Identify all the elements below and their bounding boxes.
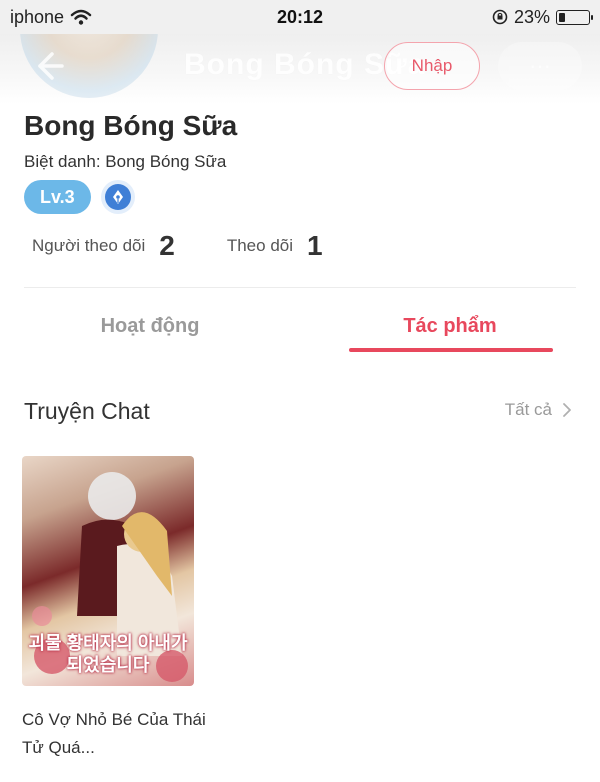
pen-icon: [104, 184, 131, 210]
profile-tabs: Hoạt động Tác phẩm: [0, 300, 600, 352]
followers-stat[interactable]: Người theo dõi 2: [32, 230, 175, 262]
badges: Lv.3: [24, 180, 135, 214]
section-title: Truyện Chat: [24, 398, 150, 424]
back-button[interactable]: [30, 48, 66, 84]
cover-title-text: 괴물 황태자의 아내가 되었습니다: [28, 633, 188, 675]
battery-fill: [559, 12, 565, 22]
following-label: Theo dõi: [226, 236, 294, 255]
profile-name: Bong Bóng Sữa: [24, 110, 238, 141]
work-title: Cô Vợ Nhỏ Bé Của Thái Tử Quá...: [22, 710, 206, 757]
level-badge[interactable]: Lv.3: [24, 180, 91, 214]
tab-activity-label: Hoạt động: [100, 314, 200, 337]
tab-works-label: Tác phẩm: [403, 314, 497, 337]
see-all-label: Tất cả: [504, 400, 552, 419]
following-count: 1: [307, 230, 323, 261]
wifi-icon: [70, 9, 92, 25]
nickname-label: Biệt danh:: [24, 152, 106, 171]
status-bar: iphone 20:12 23%: [0, 0, 600, 34]
carrier-label: iphone: [10, 6, 65, 27]
tab-works[interactable]: Tác phẩm: [300, 300, 600, 352]
active-tab-indicator: [349, 348, 553, 352]
see-all-link[interactable]: Tất cả: [505, 400, 572, 420]
more-icon: ···: [529, 53, 551, 78]
battery-percent: 23%: [513, 6, 550, 27]
more-options-button[interactable]: ···: [498, 42, 582, 90]
work-cover-image[interactable]: 괴물 황태자의 아내가 되었습니다: [22, 456, 194, 686]
chevron-right-icon: [563, 403, 571, 417]
battery-icon: [556, 9, 593, 25]
writer-badge[interactable]: [100, 180, 135, 214]
tab-activity[interactable]: Hoạt động: [0, 300, 300, 352]
followers-label: Người theo dõi: [32, 236, 146, 255]
work-card[interactable]: 괴물 황태자의 아내가 되었습니다 Cô Vợ Nhỏ Bé Của Thái …: [22, 456, 206, 762]
join-button[interactable]: Nhập: [384, 42, 480, 90]
following-stat[interactable]: Theo dõi 1: [227, 230, 323, 262]
followers-count: 2: [159, 230, 175, 261]
back-arrow-icon: [38, 52, 64, 80]
orientation-lock-icon: [492, 9, 508, 25]
divider: [24, 287, 576, 288]
nickname-value: Bong Bóng Sữa: [105, 152, 227, 171]
nickname: Biệt danh: Bong Bóng Sữa: [24, 152, 226, 172]
follow-stats: Người theo dõi 2 Theo dõi 1: [32, 230, 375, 262]
